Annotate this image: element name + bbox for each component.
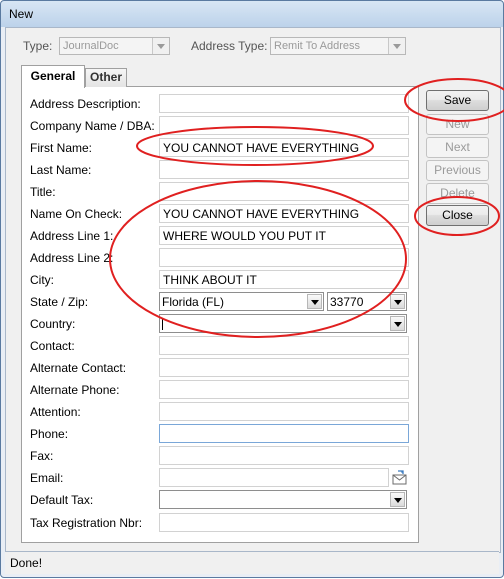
fax-label: Fax:: [30, 449, 54, 463]
address-description-field[interactable]: [159, 94, 409, 113]
chevron-down-icon: [307, 294, 322, 309]
address-line-1-field[interactable]: WHERE WOULD YOU PUT IT: [159, 226, 409, 245]
contact-field[interactable]: [159, 336, 409, 355]
chevron-down-icon: [390, 294, 405, 309]
contact-label: Contact:: [30, 339, 75, 353]
title-field[interactable]: [159, 182, 409, 201]
email-label: Email:: [30, 471, 64, 485]
state-select-value: Florida (FL): [162, 295, 225, 309]
address-line-2-label: Address Line 2:: [30, 251, 114, 265]
tab-general[interactable]: General: [21, 65, 85, 88]
phone-label: Phone:: [30, 427, 69, 441]
country-label: Country:: [30, 317, 76, 331]
chevron-down-icon: [152, 38, 169, 54]
first-name-field[interactable]: YOU CANNOT HAVE EVERYTHING: [159, 138, 409, 157]
address-type-label: Address Type:: [191, 39, 268, 53]
alternate-contact-label: Alternate Contact:: [30, 361, 127, 375]
address-description-label: Address Description:: [30, 97, 141, 111]
city-label: City:: [30, 273, 54, 287]
chevron-down-icon: [390, 316, 405, 331]
type-select-value: JournalDoc: [63, 40, 119, 52]
state-select[interactable]: Florida (FL): [159, 292, 324, 311]
phone-field[interactable]: [159, 424, 409, 443]
attention-label: Attention:: [30, 405, 81, 419]
zip-select-value: 33770: [330, 295, 364, 309]
tax-registration-label: Tax Registration Nbr:: [30, 516, 143, 530]
new-button[interactable]: New: [426, 114, 489, 135]
name-on-check-label: Name On Check:: [30, 207, 123, 221]
tab-other[interactable]: Other: [85, 68, 127, 87]
company-name-field[interactable]: [159, 116, 409, 135]
name-on-check-value: YOU CANNOT HAVE EVERYTHING: [163, 207, 360, 221]
title-label: Title:: [30, 185, 56, 199]
text-caret: [162, 318, 163, 330]
chevron-down-icon: [388, 38, 405, 54]
default-tax-select[interactable]: [159, 490, 407, 509]
close-button[interactable]: Close: [426, 205, 489, 226]
zip-select[interactable]: 33770: [327, 292, 407, 311]
company-name-label: Company Name / DBA:: [30, 119, 155, 133]
envelope-icon[interactable]: [392, 470, 408, 489]
tax-registration-field[interactable]: [159, 513, 409, 532]
dialog-window: New Type: JournalDoc Address Type: Remit…: [0, 0, 504, 578]
city-field[interactable]: THINK ABOUT IT: [159, 270, 409, 289]
address-line-1-label: Address Line 1:: [30, 229, 114, 243]
alternate-phone-field[interactable]: [159, 380, 409, 399]
last-name-field[interactable]: [159, 160, 409, 179]
type-label: Type:: [23, 39, 53, 53]
default-tax-label: Default Tax:: [30, 493, 94, 507]
status-bar: Done!: [5, 551, 499, 574]
address-line-2-field[interactable]: [159, 248, 409, 267]
attention-field[interactable]: [159, 402, 409, 421]
address-line-1-value: WHERE WOULD YOU PUT IT: [163, 229, 326, 243]
first-name-value: YOU CANNOT HAVE EVERYTHING: [163, 141, 360, 155]
title-bar[interactable]: New: [1, 1, 503, 27]
address-type-select[interactable]: Remit To Address: [270, 37, 406, 55]
last-name-label: Last Name:: [30, 163, 92, 177]
window-title: New: [9, 7, 34, 21]
first-name-label: First Name:: [30, 141, 93, 155]
save-button[interactable]: Save: [426, 90, 489, 111]
previous-button[interactable]: Previous: [426, 160, 489, 181]
type-select[interactable]: JournalDoc: [59, 37, 170, 55]
city-value: THINK ABOUT IT: [163, 273, 257, 287]
status-text: Done!: [10, 556, 43, 570]
address-type-select-value: Remit To Address: [274, 40, 361, 52]
next-button[interactable]: Next: [426, 137, 489, 158]
state-zip-label: State / Zip:: [30, 295, 89, 309]
country-select[interactable]: [159, 314, 407, 333]
email-field[interactable]: [159, 468, 389, 487]
fax-field[interactable]: [159, 446, 409, 465]
name-on-check-field[interactable]: YOU CANNOT HAVE EVERYTHING: [159, 204, 409, 223]
alternate-phone-label: Alternate Phone:: [30, 383, 120, 397]
delete-button[interactable]: Delete: [426, 183, 489, 204]
alternate-contact-field[interactable]: [159, 358, 409, 377]
chevron-down-icon: [390, 492, 405, 507]
